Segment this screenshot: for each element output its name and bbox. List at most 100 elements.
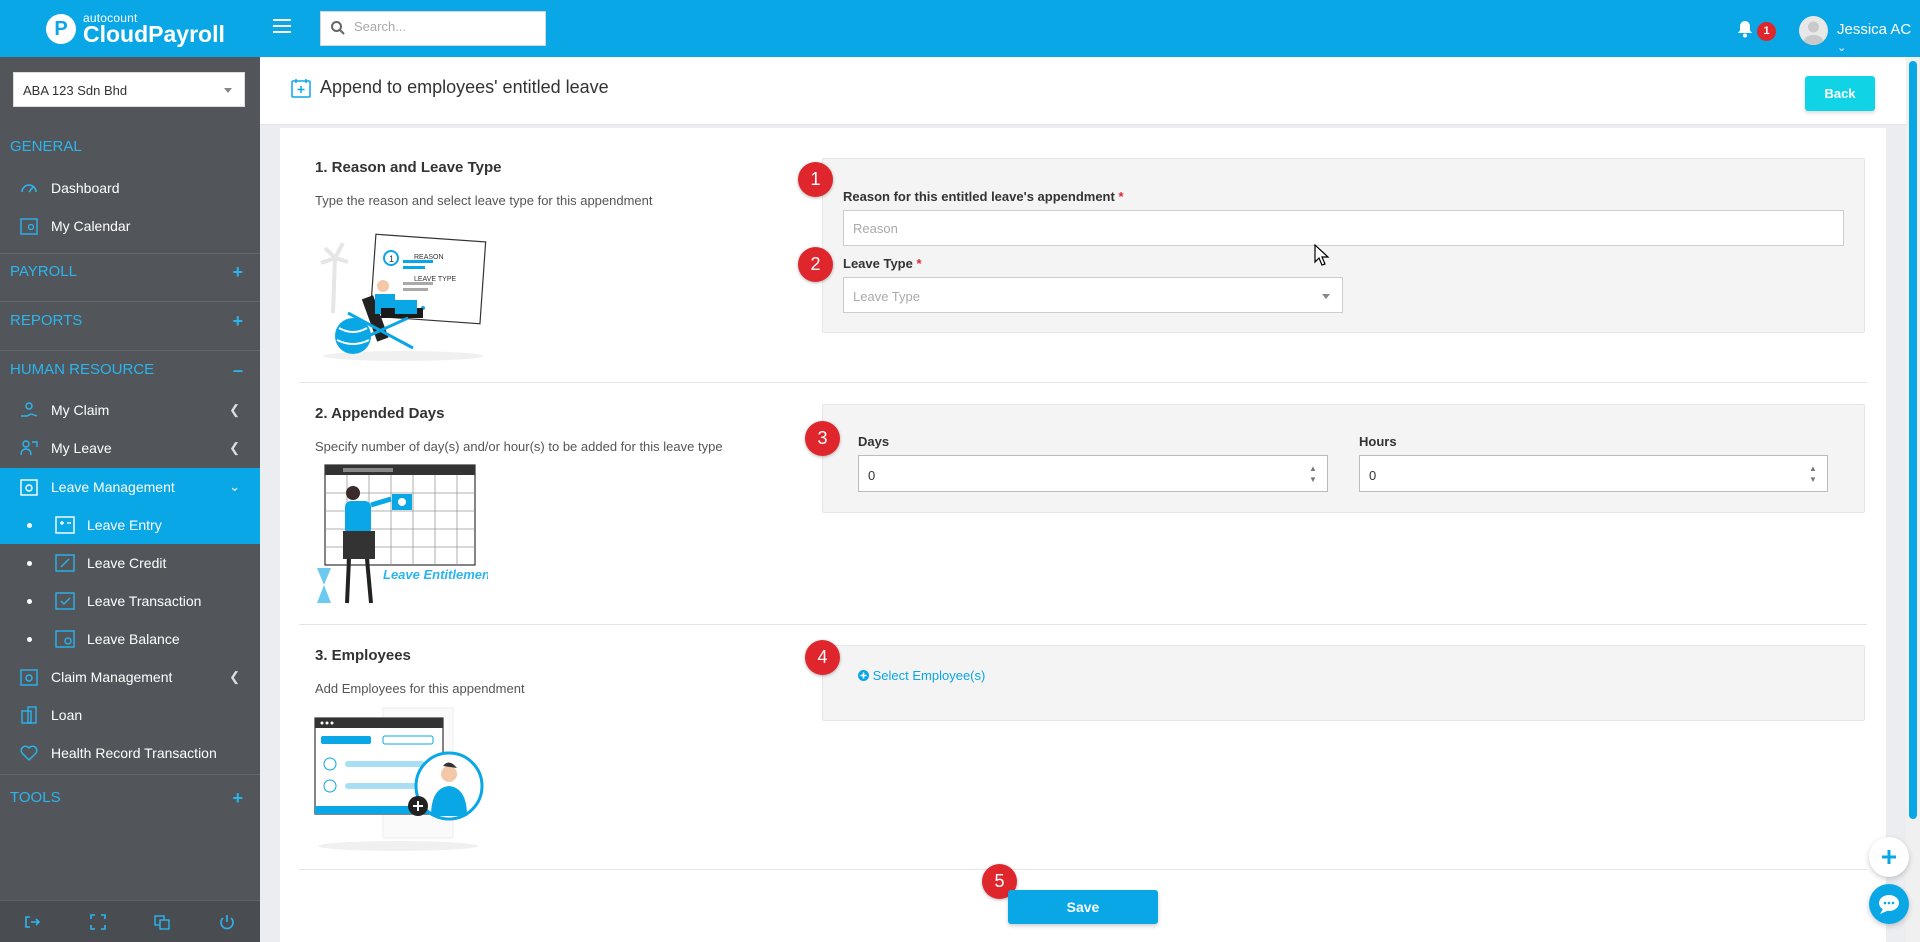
chat-icon bbox=[1879, 895, 1899, 914]
scrollbar-thumb[interactable] bbox=[1909, 61, 1917, 819]
user-avatar[interactable] bbox=[1799, 16, 1828, 45]
bullet-dot bbox=[27, 637, 32, 642]
company-select[interactable]: ABA 123 Sdn Bhd bbox=[13, 72, 245, 107]
leave-icon bbox=[20, 440, 38, 456]
sidebar-item-label: Leave Balance bbox=[87, 631, 180, 647]
entitlement-illustration: Leave Entitlement bbox=[317, 464, 488, 604]
step-marker-4: 4 bbox=[805, 640, 840, 675]
sidebar-item-leave-management[interactable]: Leave Management ⌄ bbox=[0, 468, 260, 506]
app-logo[interactable]: P autocount CloudPayroll bbox=[46, 12, 225, 46]
search-box bbox=[320, 11, 546, 46]
mouse-cursor-icon bbox=[1314, 244, 1330, 266]
power-icon[interactable] bbox=[218, 913, 236, 931]
illustration-reason-text: REASON bbox=[414, 254, 444, 261]
chevron-left-icon: ❮ bbox=[229, 402, 240, 417]
section-divider bbox=[299, 624, 1867, 625]
sidebar-item-label: My Calendar bbox=[51, 218, 131, 234]
search-input[interactable] bbox=[354, 19, 534, 34]
hours-input[interactable]: 0 ▲ ▼ bbox=[1359, 455, 1828, 492]
scrollbar[interactable] bbox=[1906, 57, 1920, 942]
employees-illustration bbox=[314, 707, 484, 851]
reason-label: Reason for this entitled leave's appendm… bbox=[843, 189, 1124, 204]
section-reason-description: Type the reason and select leave type fo… bbox=[315, 193, 653, 208]
reason-input[interactable] bbox=[843, 210, 1844, 246]
illustration-leave-type-text: LEAVE TYPE bbox=[414, 276, 456, 283]
section-general[interactable]: GENERAL bbox=[0, 127, 260, 167]
chevron-down-icon: ⌄ bbox=[229, 479, 240, 494]
search-icon bbox=[331, 21, 345, 35]
sidebar-item-my-leave[interactable]: My Leave ❮ bbox=[0, 429, 260, 467]
notification-bell-icon[interactable] bbox=[1737, 20, 1753, 38]
section-reports-label: REPORTS bbox=[10, 312, 83, 329]
sidebar-item-leave-transaction[interactable]: Leave Transaction bbox=[0, 582, 260, 620]
section-tools[interactable]: TOOLS + bbox=[0, 778, 260, 818]
sidebar-item-label: Leave Entry bbox=[87, 517, 162, 533]
section-human-resource[interactable]: HUMAN RESOURCE – bbox=[0, 350, 260, 390]
back-button[interactable]: Back bbox=[1805, 76, 1875, 111]
select-employees-label: Select Employee(s) bbox=[872, 668, 986, 683]
fullscreen-icon[interactable] bbox=[89, 913, 107, 931]
sidebar-item-leave-balance[interactable]: Leave Balance bbox=[0, 620, 260, 658]
stepper-icon[interactable]: ▲ ▼ bbox=[1308, 463, 1318, 485]
section-days-title: 2. Appended Days bbox=[315, 405, 445, 422]
leave-entry-icon bbox=[55, 516, 75, 534]
leave-management-icon bbox=[20, 479, 38, 496]
user-menu[interactable]: Jessica AC ⌄ bbox=[1837, 21, 1920, 55]
leave-balance-icon bbox=[55, 630, 75, 648]
divider bbox=[0, 774, 260, 775]
leave-type-placeholder: Leave Type bbox=[853, 289, 920, 304]
bullet-dot bbox=[27, 561, 32, 566]
sidebar-footer bbox=[0, 900, 260, 942]
days-input[interactable]: 0 ▲ ▼ bbox=[858, 455, 1328, 492]
section-employees-description: Add Employees for this appendment bbox=[315, 681, 525, 696]
sidebar-item-label: Leave Credit bbox=[87, 555, 167, 571]
brand-name: CloudPayroll bbox=[83, 21, 225, 47]
company-name: ABA 123 Sdn Bhd bbox=[23, 83, 128, 98]
user-name: Jessica AC bbox=[1837, 21, 1912, 38]
sidebar-item-claim-management[interactable]: Claim Management ❮ bbox=[0, 658, 260, 696]
section-reports[interactable]: REPORTS + bbox=[0, 301, 260, 341]
calendar-plus-icon bbox=[291, 79, 311, 98]
sidebar-item-dashboard[interactable]: Dashboard bbox=[0, 169, 260, 207]
chevron-left-icon: ❮ bbox=[229, 440, 240, 455]
dashboard-icon bbox=[21, 184, 37, 193]
heart-icon bbox=[20, 745, 38, 761]
plus-icon: + bbox=[232, 311, 243, 331]
select-employees-link[interactable]: Select Employee(s) bbox=[858, 668, 985, 683]
sidebar-item-label: Health Record Transaction bbox=[51, 745, 217, 761]
sidebar-item-my-claim[interactable]: My Claim ❮ bbox=[0, 391, 260, 429]
stepper-icon[interactable]: ▲ ▼ bbox=[1808, 463, 1818, 485]
sidebar-item-label: Dashboard bbox=[51, 180, 120, 196]
sidebar-item-label: My Leave bbox=[51, 440, 112, 456]
days-value: 0 bbox=[868, 468, 876, 483]
svg-text:1: 1 bbox=[389, 254, 394, 264]
leave-type-label: Leave Type * bbox=[843, 256, 922, 271]
caret-down-icon bbox=[1322, 294, 1330, 299]
sidebar-item-leave-entry[interactable]: Leave Entry bbox=[0, 506, 260, 544]
sign-out-icon[interactable] bbox=[23, 913, 41, 931]
sidebar-item-loan[interactable]: Loan bbox=[0, 696, 260, 734]
chat-button[interactable] bbox=[1869, 884, 1909, 924]
employees-panel bbox=[822, 645, 1865, 721]
plus-circle-icon bbox=[858, 670, 869, 681]
language-icon[interactable] bbox=[153, 913, 171, 931]
leave-type-select[interactable]: Leave Type bbox=[843, 277, 1343, 313]
sidebar-item-health-record[interactable]: Health Record Transaction bbox=[0, 734, 260, 772]
claim-icon bbox=[21, 402, 38, 417]
top-bar: P autocount CloudPayroll 1 Jessica AC ⌄ bbox=[0, 0, 1920, 57]
save-button[interactable]: Save bbox=[1008, 890, 1158, 924]
logo-icon: P bbox=[46, 14, 76, 44]
reason-illustration: 1 REASON LEAVE TYPE bbox=[320, 233, 487, 361]
plus-icon: + bbox=[232, 262, 243, 282]
minus-icon: – bbox=[232, 360, 243, 380]
illustration-caption: Leave Entitlement bbox=[383, 567, 488, 582]
section-general-label: GENERAL bbox=[10, 138, 82, 155]
section-payroll[interactable]: PAYROLL + bbox=[0, 252, 260, 292]
sidebar-item-my-calendar[interactable]: My Calendar bbox=[0, 207, 260, 245]
illustration-caption-text: Leave Entitlement bbox=[383, 567, 488, 582]
add-float-button[interactable] bbox=[1869, 837, 1909, 877]
sidebar-item-leave-credit[interactable]: Leave Credit bbox=[0, 544, 260, 582]
menu-toggle-icon[interactable] bbox=[273, 19, 291, 33]
required-mark: * bbox=[916, 256, 922, 271]
step-marker-1: 1 bbox=[798, 162, 833, 197]
